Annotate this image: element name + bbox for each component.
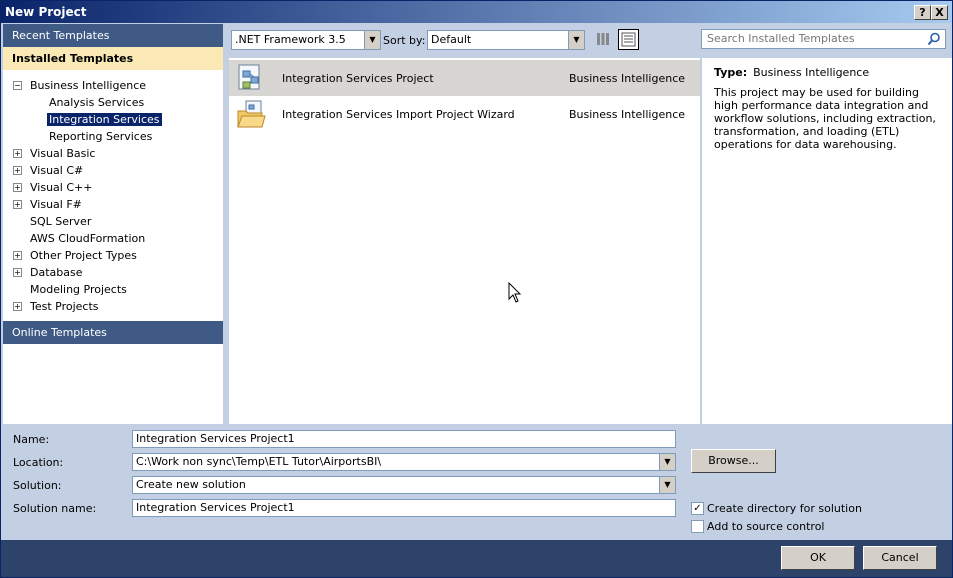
template-description: This project may be used for building hi… <box>714 86 936 151</box>
tree-item-label: Modeling Projects <box>30 283 127 296</box>
name-field[interactable]: Integration Services Project1 <box>132 430 676 448</box>
type-label: Type: <box>714 66 748 79</box>
installed-templates-label: Installed Templates <box>12 52 134 65</box>
chevron-down-icon[interactable]: ▼ <box>659 454 675 470</box>
project-settings-form: Name: Integration Services Project1 Loca… <box>1 424 952 540</box>
help-button[interactable]: ? <box>914 5 931 20</box>
search-templates-input[interactable]: Search Installed Templates <box>701 29 946 49</box>
tree-item-label: Test Projects <box>30 300 99 313</box>
tree-item-label: Visual Basic <box>30 147 96 160</box>
tree-item-label: Visual F# <box>30 198 82 211</box>
tree-item-label: AWS CloudFormation <box>30 232 146 245</box>
mouse-cursor-icon <box>508 282 522 303</box>
expand-icon[interactable]: + <box>13 251 22 260</box>
wizard-folder-icon <box>237 100 266 128</box>
recent-templates-label: Recent Templates <box>12 29 110 42</box>
template-categories-panel: Recent Templates Installed Templates − B… <box>3 24 223 424</box>
solution-value: Create new solution <box>136 478 246 491</box>
small-icons-view-button[interactable] <box>593 29 613 49</box>
expand-icon[interactable]: + <box>13 302 22 311</box>
tree-item-label: Business Intelligence <box>30 79 147 92</box>
template-name: Integration Services Import Project Wiza… <box>282 108 515 121</box>
location-label: Location: <box>13 456 64 469</box>
checkmark-icon[interactable]: ✓ <box>691 502 704 515</box>
name-value: Integration Services Project1 <box>136 432 295 445</box>
tree-item-label: Visual C++ <box>30 181 93 194</box>
collapse-icon[interactable]: − <box>13 81 22 90</box>
template-details-panel: Type: Business Intelligence This project … <box>701 58 952 424</box>
framework-value: .NET Framework 3.5 <box>235 33 346 46</box>
solution-name-label: Solution name: <box>13 502 97 515</box>
expand-icon[interactable]: + <box>13 166 22 175</box>
framework-select[interactable]: .NET Framework 3.5 ▼ <box>231 30 381 50</box>
template-row[interactable]: Integration Services Import Project Wiza… <box>229 96 700 132</box>
dialog-button-bar: OK Cancel <box>1 540 952 577</box>
browse-button[interactable]: Browse... <box>691 449 776 473</box>
cancel-button[interactable]: Cancel <box>863 546 937 570</box>
solution-name-value: Integration Services Project1 <box>136 501 295 514</box>
tree-item-label: Visual C# <box>30 164 84 177</box>
tree-item-label: Analysis Services <box>49 96 145 109</box>
templates-area: .NET Framework 3.5 ▼ Sort by: Default ▼ … <box>227 24 952 424</box>
sort-select[interactable]: Default ▼ <box>427 30 585 50</box>
expand-icon[interactable]: + <box>13 200 22 209</box>
expand-icon[interactable]: + <box>13 268 22 277</box>
sort-value: Default <box>431 33 472 46</box>
template-type: Type: Business Intelligence <box>714 66 869 79</box>
template-category: Business Intelligence <box>569 72 686 85</box>
expand-icon[interactable]: + <box>13 183 22 192</box>
chevron-down-icon[interactable]: ▼ <box>364 31 380 49</box>
tree-item-label: Database <box>30 266 83 279</box>
solution-label: Solution: <box>13 479 62 492</box>
ok-button[interactable]: OK <box>781 546 855 570</box>
close-button[interactable]: X <box>931 5 948 20</box>
expand-icon[interactable]: + <box>13 149 22 158</box>
chevron-down-icon[interactable]: ▼ <box>568 31 584 49</box>
tree-item-label: Reporting Services <box>49 130 153 143</box>
template-category: Business Intelligence <box>569 108 686 121</box>
window-title: New Project <box>5 5 87 19</box>
online-templates-header[interactable]: Online Templates <box>3 321 223 344</box>
type-value: Business Intelligence <box>753 66 870 79</box>
checkbox-box[interactable] <box>691 520 704 533</box>
tree-item-label: SQL Server <box>30 215 92 228</box>
sort-by-label: Sort by: <box>383 34 426 47</box>
grid-view-icon <box>597 33 609 45</box>
recent-templates-header[interactable]: Recent Templates <box>3 24 223 47</box>
search-icon[interactable] <box>927 32 941 46</box>
template-name: Integration Services Project <box>282 72 434 85</box>
solution-select[interactable]: Create new solution ▼ <box>132 476 676 494</box>
solution-name-field[interactable]: Integration Services Project1 <box>132 499 676 517</box>
search-placeholder: Search Installed Templates <box>707 32 855 45</box>
tree-item-label: Other Project Types <box>30 249 137 262</box>
installed-templates-header[interactable]: Installed Templates <box>3 47 223 70</box>
chevron-down-icon[interactable]: ▼ <box>659 477 675 493</box>
templates-list: Integration Services Project Business In… <box>229 58 700 424</box>
list-view-button[interactable] <box>618 29 639 50</box>
name-label: Name: <box>13 433 50 446</box>
create-directory-label: Create directory for solution <box>707 502 862 515</box>
online-templates-label: Online Templates <box>12 326 107 339</box>
template-row[interactable]: Integration Services Project Business In… <box>229 60 700 96</box>
title-bar: New Project ? X <box>1 1 952 23</box>
new-project-dialog: New Project ? X Recent Templates Install… <box>0 0 953 578</box>
location-field[interactable]: C:\Work non sync\Temp\ETL Tutor\Airports… <box>132 453 676 471</box>
location-value: C:\Work non sync\Temp\ETL Tutor\Airports… <box>136 455 382 468</box>
add-source-control-label: Add to source control <box>707 520 825 533</box>
project-icon <box>238 64 260 90</box>
tree-item-label: Integration Services <box>47 113 162 126</box>
list-view-icon <box>621 32 636 47</box>
